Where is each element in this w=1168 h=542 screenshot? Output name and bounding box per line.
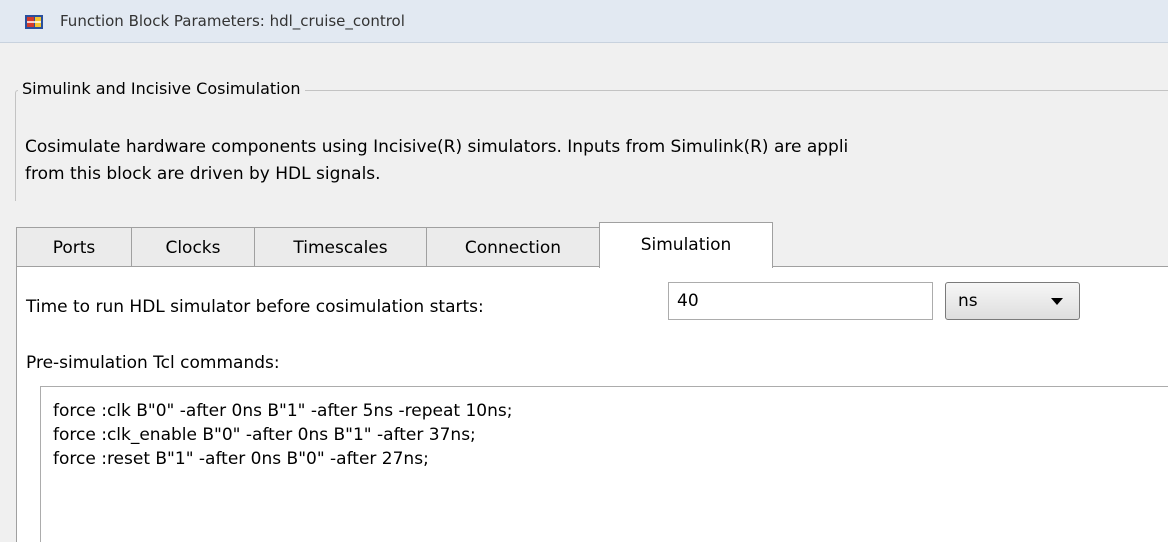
tab-connection[interactable]: Connection xyxy=(426,227,600,267)
tab-clocks[interactable]: Clocks xyxy=(131,227,255,267)
tab-ports[interactable]: Ports xyxy=(16,227,132,267)
tcl-line: force :reset B"1" -after 0ns B"0" -after… xyxy=(53,449,429,469)
simulink-block-icon xyxy=(24,13,44,31)
tab-timescales[interactable]: Timescales xyxy=(254,227,427,267)
description-line: from this block are driven by HDL signal… xyxy=(25,164,381,184)
tcl-line: force :clk_enable B"0" -after 0ns B"1" -… xyxy=(53,425,476,445)
tab-simulation[interactable]: Simulation xyxy=(599,222,773,268)
time-unit-dropdown[interactable]: ns xyxy=(945,282,1080,320)
group-legend: Simulink and Incisive Cosimulation xyxy=(18,79,305,98)
chevron-down-icon xyxy=(1051,298,1063,305)
time-unit-value: ns xyxy=(958,291,978,311)
description-line: Cosimulate hardware components using Inc… xyxy=(25,137,849,157)
time-to-run-label: Time to run HDL simulator before cosimul… xyxy=(26,297,484,317)
function-block-parameters-dialog: Function Block Parameters: hdl_cruise_co… xyxy=(0,0,1168,542)
tcl-line: force :clk B"0" -after 0ns B"1" -after 5… xyxy=(53,401,513,421)
pre-simulation-tcl-textarea[interactable]: force :clk B"0" -after 0ns B"1" -after 5… xyxy=(40,386,1168,542)
window-title: Function Block Parameters: hdl_cruise_co… xyxy=(60,12,405,30)
pre-simulation-label: Pre-simulation Tcl commands: xyxy=(26,353,280,373)
block-description: Cosimulate hardware components using Inc… xyxy=(25,134,1168,188)
title-bar[interactable]: Function Block Parameters: hdl_cruise_co… xyxy=(0,0,1168,43)
time-to-run-input[interactable]: 40 xyxy=(668,282,933,320)
